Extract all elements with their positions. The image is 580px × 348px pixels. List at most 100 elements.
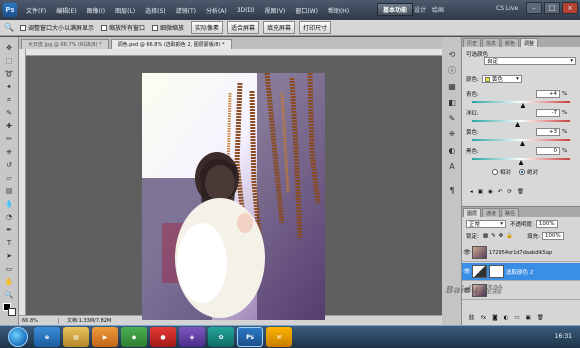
blend-mode-select[interactable]: 正常 ▾	[466, 220, 506, 228]
explorer-taskbar-icon[interactable]: ▤	[63, 327, 89, 347]
zoom-tool-icon[interactable]: 🔍	[3, 290, 15, 300]
magenta-slider-thumb[interactable]	[515, 122, 521, 127]
menu-edit[interactable]: 编辑(E)	[56, 6, 76, 15]
masks-panel-icon[interactable]: ◐	[446, 145, 458, 155]
menu-window[interactable]: 窗口(W)	[295, 6, 318, 15]
cs-live-button[interactable]: CS Live	[496, 5, 518, 12]
tab-adjustments[interactable]: 调整	[520, 38, 539, 47]
shape-tool-icon[interactable]: ▭	[3, 264, 15, 274]
crop-tool-icon[interactable]: ⌗	[3, 95, 15, 105]
tab-info[interactable]: 信息	[482, 38, 501, 47]
styles-panel-icon[interactable]: ◧	[446, 97, 458, 107]
yellow-slider-thumb[interactable]	[519, 141, 525, 146]
cyan-slider-thumb[interactable]	[520, 103, 526, 108]
tab-color[interactable]: 颜色	[501, 38, 520, 47]
fill-input[interactable]: 100%	[542, 232, 564, 240]
trash-icon[interactable]: 🗑	[537, 315, 544, 321]
workspace-design-button[interactable]: 设计	[414, 5, 426, 14]
history-brush-tool-icon[interactable]: ↺	[3, 160, 15, 170]
menu-file[interactable]: 文件(F)	[26, 6, 46, 15]
start-button-icon[interactable]	[8, 327, 28, 347]
paragraph-panel-icon[interactable]: ¶	[446, 185, 458, 195]
trash-icon[interactable]: 🗑	[517, 189, 524, 195]
lock-pixels-icon[interactable]: ✎	[491, 233, 496, 239]
cyan-input[interactable]: +4	[536, 90, 560, 98]
app-taskbar-icon-3[interactable]: ◈	[179, 327, 205, 347]
fill-screen-button[interactable]: 填充屏幕	[263, 21, 296, 34]
zoom-all-windows-checkbox[interactable]: 缩放所有窗口	[100, 23, 145, 32]
blur-tool-icon[interactable]: 💧	[3, 199, 15, 209]
black-input[interactable]: 0	[536, 147, 560, 155]
maximize-icon[interactable]: □	[544, 2, 560, 14]
black-slider[interactable]	[472, 158, 570, 165]
lock-all-icon[interactable]: 🔒	[506, 233, 513, 239]
lock-position-icon[interactable]: ✥	[499, 233, 504, 239]
visibility-eye-icon[interactable]: ◉	[488, 189, 493, 195]
menu-layer[interactable]: 图层(L)	[115, 6, 135, 15]
tab-history[interactable]: 历史	[463, 38, 482, 47]
expand-view-icon[interactable]: ▣	[478, 189, 483, 195]
menu-analysis[interactable]: 分析(A)	[206, 6, 227, 15]
new-group-icon[interactable]: ▭	[514, 315, 519, 321]
magic-wand-tool-icon[interactable]: ✦	[3, 82, 15, 92]
workspace-essentials-button[interactable]: 基本功能	[377, 3, 414, 16]
minimize-icon[interactable]: –	[526, 2, 542, 14]
history-panel-icon[interactable]: ⟲	[446, 49, 458, 59]
move-tool-icon[interactable]: ✥	[3, 43, 15, 53]
menu-image[interactable]: 图像(I)	[87, 6, 105, 15]
visibility-eye-icon[interactable]: 👁	[462, 249, 472, 256]
menu-3d[interactable]: 3D(D)	[237, 7, 255, 14]
black-slider-thumb[interactable]	[518, 160, 524, 165]
app-taskbar-icon-2[interactable]: ●	[150, 327, 176, 347]
new-adjustment-icon[interactable]: ◐	[504, 315, 509, 321]
fit-screen-button[interactable]: 适合屏幕	[227, 21, 260, 34]
scrubby-zoom-checkbox[interactable]: 细微缩放	[152, 23, 184, 32]
previous-state-icon[interactable]: ↶	[498, 189, 503, 195]
tab-document-2[interactable]: 调色.psd @ 66.8% (选取颜色 2, 图层蒙版/8) *	[110, 39, 232, 49]
zoom-tool-icon[interactable]: 🔍	[4, 23, 14, 32]
preset-select[interactable]: 自定 ▾	[484, 57, 576, 65]
layer-row-selective-color[interactable]: 👁 选取颜色 2	[462, 263, 580, 281]
print-size-button[interactable]: 打印尺寸	[299, 21, 332, 34]
link-layers-icon[interactable]: ⛓	[468, 315, 475, 321]
tab-paths[interactable]: 路径	[501, 208, 520, 217]
tab-channels[interactable]: 通道	[482, 208, 501, 217]
media-player-taskbar-icon[interactable]: ▶	[92, 327, 118, 347]
visibility-eye-icon[interactable]: 👁	[462, 268, 472, 275]
workspace-painting-button[interactable]: 绘画	[432, 5, 444, 14]
lasso-tool-icon[interactable]: ➰	[3, 69, 15, 79]
clone-source-panel-icon[interactable]: ⎈	[446, 129, 458, 139]
relative-radio[interactable]	[492, 169, 498, 175]
close-icon[interactable]: ×	[562, 2, 578, 14]
colors-select[interactable]: 黄色 ▾	[481, 75, 522, 83]
tab-layers[interactable]: 图层	[463, 208, 482, 217]
clone-stamp-tool-icon[interactable]: ⎈	[3, 147, 15, 157]
layer-row-photo[interactable]: 👁 172954or1d7daabdik5ap	[462, 244, 580, 262]
path-selection-tool-icon[interactable]: ➤	[3, 251, 15, 261]
app-taskbar-icon-5[interactable]: ✉	[266, 327, 292, 347]
taskbar-clock[interactable]: 16:31	[555, 333, 572, 340]
magenta-slider[interactable]	[472, 120, 570, 127]
cyan-slider[interactable]	[472, 101, 570, 108]
eraser-tool-icon[interactable]: ▱	[3, 173, 15, 183]
back-arrow-icon[interactable]: ◂	[470, 189, 473, 195]
actual-pixels-button[interactable]: 实际像素	[191, 21, 224, 34]
layer-style-icon[interactable]: fx	[481, 315, 486, 321]
hand-tool-icon[interactable]: ✋	[3, 277, 15, 287]
menu-view[interactable]: 视图(V)	[265, 6, 286, 15]
photoshop-taskbar-icon[interactable]: Ps	[237, 327, 263, 347]
magenta-input[interactable]: -7	[536, 109, 560, 117]
add-mask-icon[interactable]: ◙	[492, 315, 497, 321]
background-color-swatch[interactable]	[8, 308, 16, 316]
brush-panel-icon[interactable]: ✎	[446, 113, 458, 123]
zoom-level-readout[interactable]: 66.8%	[19, 317, 59, 324]
opacity-input[interactable]: 100%	[535, 220, 558, 228]
healing-brush-tool-icon[interactable]: ✚	[3, 121, 15, 131]
type-tool-icon[interactable]: T	[3, 238, 15, 248]
resize-windows-checkbox[interactable]: 调整窗口大小以满屏显示	[19, 23, 94, 32]
yellow-input[interactable]: +3	[536, 128, 560, 136]
pen-tool-icon[interactable]: ✒	[3, 225, 15, 235]
eyedropper-tool-icon[interactable]: ✎	[3, 108, 15, 118]
new-layer-icon[interactable]: ▣	[526, 315, 531, 321]
ie-taskbar-icon[interactable]: e	[34, 327, 60, 347]
